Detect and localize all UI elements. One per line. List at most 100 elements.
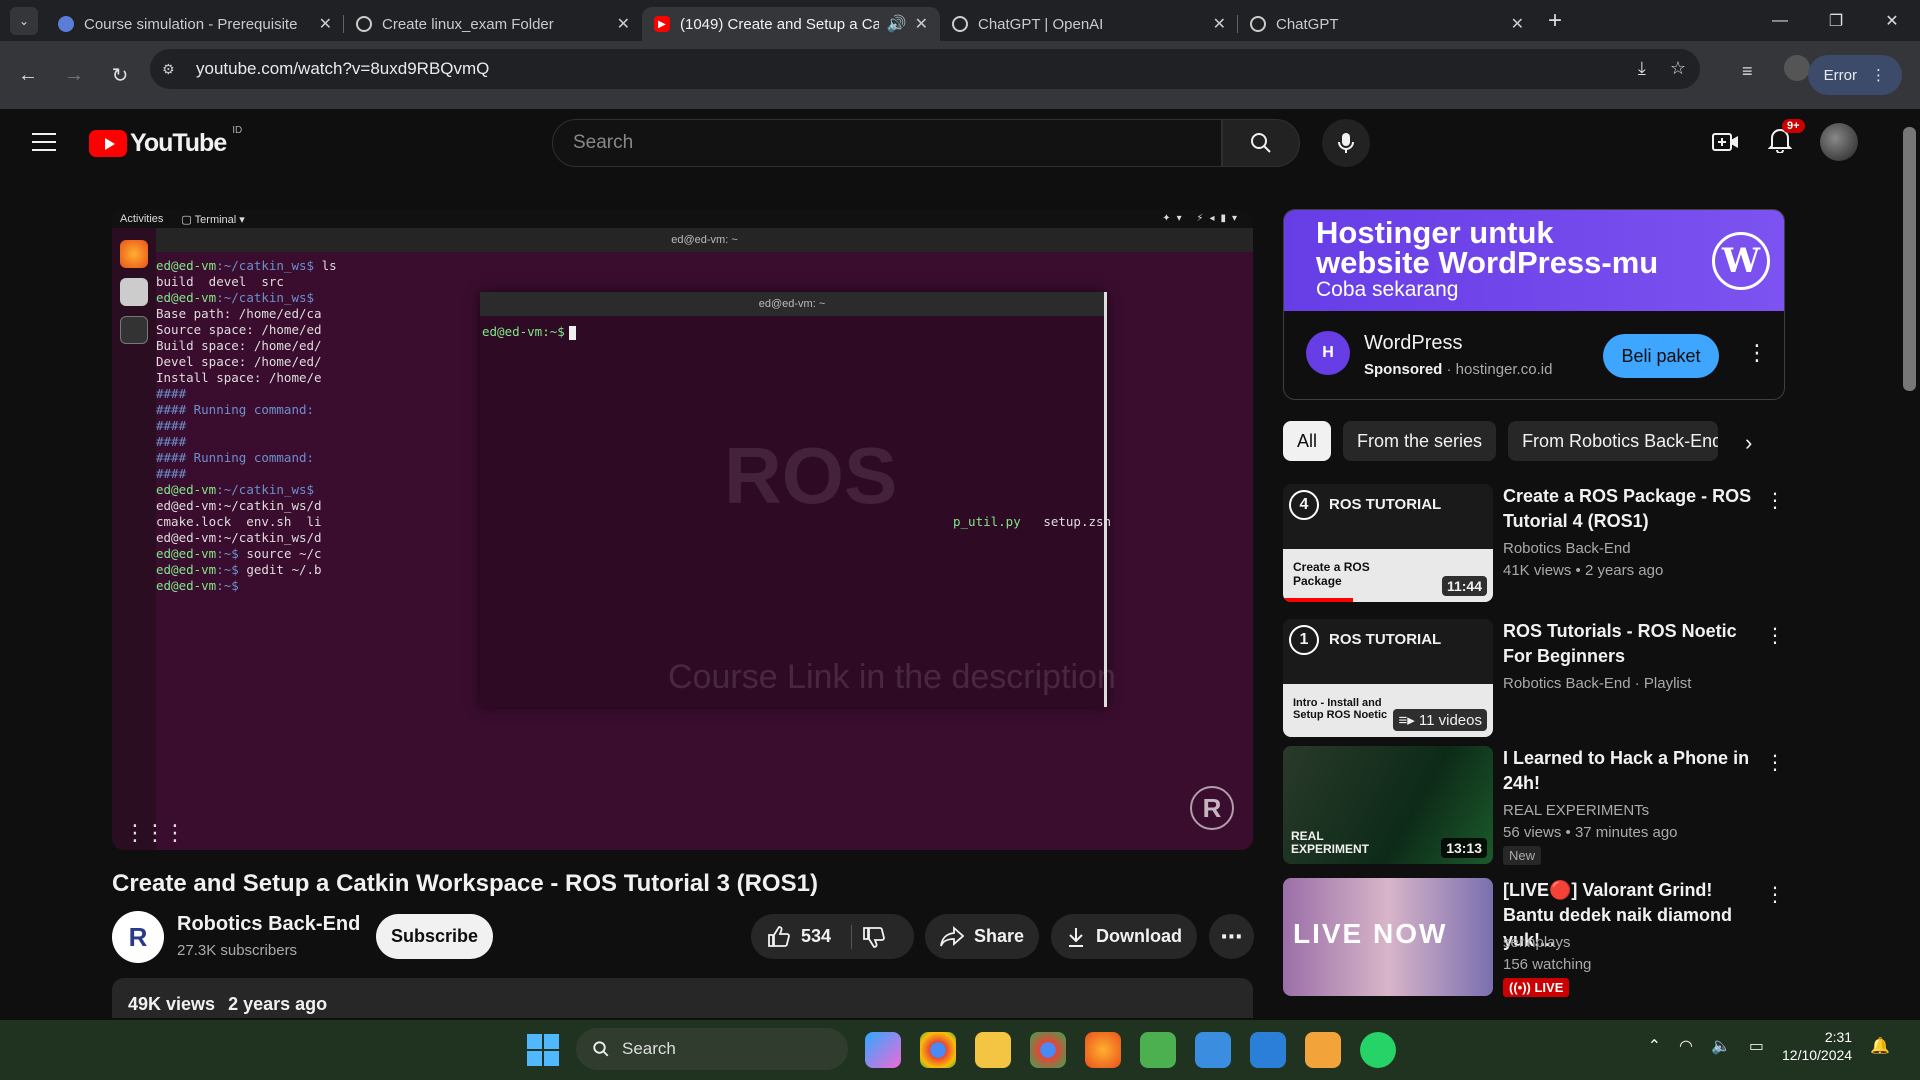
address-bar[interactable]: ⚙ youtube.com/watch?v=8uxd9RBQvmQ ⤓ ☆ <box>150 49 1700 89</box>
thumbs-up-icon <box>768 925 790 947</box>
rec-title[interactable]: I Learned to Hack a Phone in 24h! <box>1503 746 1753 796</box>
view-count: 49K views <box>128 994 216 1014</box>
copilot-icon[interactable] <box>865 1032 901 1068</box>
search-button[interactable] <box>1222 119 1300 167</box>
media-control-icon[interactable]: ≡ <box>1742 61 1753 82</box>
channel-avatar[interactable]: R <box>112 911 164 963</box>
tab-2[interactable]: ▶ (1049) Create and Setup a Catkin 🔊 ✕ <box>642 7 940 41</box>
chrome-icon[interactable] <box>920 1032 956 1068</box>
tab-search-button[interactable]: ⌄ <box>10 6 38 35</box>
chip-from-series[interactable]: From the series <box>1343 421 1497 461</box>
taskbar-search[interactable]: Search <box>576 1028 848 1070</box>
thumb-caption: LIVE NOW <box>1293 918 1448 949</box>
chevron-right-icon[interactable]: › <box>1745 430 1752 456</box>
download-button[interactable]: Download <box>1051 914 1197 959</box>
share-button[interactable]: Share <box>925 914 1039 959</box>
close-icon[interactable]: ✕ <box>915 14 928 34</box>
chevron-up-icon[interactable]: ⌃ <box>1648 1036 1661 1056</box>
site-info-icon[interactable]: ⚙ <box>162 61 192 78</box>
restore-button[interactable]: ❐ <box>1808 0 1864 41</box>
tab-3[interactable]: ChatGPT | OpenAI ✕ <box>940 7 1238 41</box>
voice-search-button[interactable] <box>1322 119 1370 167</box>
url-text[interactable]: youtube.com/watch?v=8uxd9RBQvmQ <box>196 59 489 79</box>
minimize-button[interactable]: — <box>1752 0 1808 41</box>
like-button[interactable]: 534 <box>767 925 831 949</box>
battery-icon[interactable]: ▭ <box>1749 1036 1764 1056</box>
profile-avatar[interactable] <box>1784 55 1810 81</box>
bookmark-star-icon[interactable]: ☆ <box>1670 58 1686 79</box>
chrome-profile-icon[interactable] <box>1030 1032 1066 1068</box>
more-actions-button[interactable]: ⋯ <box>1209 914 1254 959</box>
chip-from-channel[interactable]: From Robotics Back-End <box>1508 421 1719 461</box>
ad-banner[interactable]: Hostinger untuk website WordPress-mu Coba… <box>1284 210 1784 311</box>
app-icon[interactable] <box>1140 1032 1176 1068</box>
page-scrollbar[interactable] <box>1899 109 1920 1017</box>
hamburger-menu-icon[interactable] <box>32 133 56 151</box>
speaker-icon[interactable]: 🔊 <box>887 14 907 34</box>
file-explorer-icon[interactable] <box>975 1032 1011 1068</box>
rec-channel[interactable]: Robotics Back-End <box>1503 540 1631 557</box>
recommendation-0[interactable]: 4 ROS TUTORIAL Create a ROS Package 11:4… <box>1283 484 1789 602</box>
wifi-icon[interactable]: ◠ <box>1679 1036 1693 1056</box>
channel-watermark-icon[interactable]: R <box>1190 786 1234 830</box>
firefox-icon[interactable] <box>1085 1032 1121 1068</box>
app-icon[interactable] <box>1305 1032 1341 1068</box>
rec-channel[interactable]: REAL EXPERIMENTs <box>1503 802 1649 819</box>
system-clock[interactable]: 2:31 12/10/2024 <box>1782 1028 1852 1064</box>
recommendation-2[interactable]: REAL EXPERIMENT 13:13 I Learned to Hack … <box>1283 746 1789 865</box>
thumbnail[interactable]: 4 ROS TUTORIAL Create a ROS Package 11:4… <box>1283 484 1493 602</box>
rec-channel[interactable]: serinplays <box>1503 934 1571 951</box>
close-icon[interactable]: ✕ <box>1213 14 1226 34</box>
notepad-icon[interactable] <box>1195 1032 1231 1068</box>
close-icon[interactable]: ✕ <box>1511 14 1524 34</box>
sponsored-ad[interactable]: Hostinger untuk website WordPress-mu Coba… <box>1283 209 1785 400</box>
windows-start-icon[interactable] <box>527 1034 559 1066</box>
recommendation-3[interactable]: LIVE NOW [LIVE🔴] Valorant Grind! Bantu d… <box>1283 878 1789 997</box>
ad-menu-icon[interactable]: ⋮ <box>1746 340 1768 366</box>
rec-menu-icon[interactable]: ⋮ <box>1765 488 1785 513</box>
window-close-button[interactable]: ✕ <box>1864 0 1920 41</box>
tab-1[interactable]: Create linux_exam Folder ✕ <box>344 7 642 41</box>
tab-title: ChatGPT | OpenAI <box>978 15 1104 33</box>
rec-title[interactable]: ROS Tutorials - ROS Noetic For Beginners <box>1503 619 1753 669</box>
volume-icon[interactable]: 🔈 <box>1711 1036 1731 1056</box>
upload-age: 2 years ago <box>228 994 328 1014</box>
recommendation-1[interactable]: 1 ROS TUTORIAL Intro - Install and Setup… <box>1283 619 1789 737</box>
subscribe-button[interactable]: Subscribe <box>376 914 493 959</box>
rec-channel[interactable]: Robotics Back-End · Playlist <box>1503 675 1691 692</box>
reload-button[interactable]: ↻ <box>102 57 138 93</box>
thumbnail[interactable]: REAL EXPERIMENT 13:13 <box>1283 746 1493 864</box>
terminal-line: #### <box>156 434 187 449</box>
profile-error-button[interactable]: Error ⋮ <box>1807 55 1902 95</box>
youtube-logo[interactable]: YouTube ID <box>89 125 242 158</box>
back-button[interactable]: ← <box>10 57 46 93</box>
rec-menu-icon[interactable]: ⋮ <box>1765 623 1785 648</box>
forward-button[interactable]: → <box>56 57 92 93</box>
video-player[interactable]: Activities ▢ Terminal ▾ ✦▾ ⚡◂▮▾ ed@ed-vm… <box>112 210 1253 850</box>
notifications-button[interactable]: 9+ <box>1767 118 1805 158</box>
new-tab-button[interactable]: + <box>1548 7 1562 35</box>
video-duration: 11:44 <box>1441 576 1487 596</box>
activities-label: Activities <box>120 213 164 225</box>
vscode-icon[interactable] <box>1250 1032 1286 1068</box>
close-icon[interactable]: ✕ <box>617 14 630 34</box>
tab-0[interactable]: Course simulation - Prerequisite ✕ <box>46 7 344 41</box>
chip-all[interactable]: All <box>1283 421 1332 461</box>
rec-menu-icon[interactable]: ⋮ <box>1765 882 1785 907</box>
close-icon[interactable]: ✕ <box>319 14 332 34</box>
thumbnail[interactable]: LIVE NOW <box>1283 878 1493 996</box>
channel-name[interactable]: Robotics Back-End <box>177 913 360 936</box>
search-input[interactable]: Search <box>552 119 1222 167</box>
thumbnail[interactable]: 1 ROS TUTORIAL Intro - Install and Setup… <box>1283 619 1493 737</box>
rec-menu-icon[interactable]: ⋮ <box>1765 750 1785 775</box>
description-box[interactable]: 49K views 2 years ago <box>112 978 1253 1018</box>
whatsapp-icon[interactable] <box>1360 1032 1396 1068</box>
tab-4[interactable]: ChatGPT ✕ <box>1238 7 1536 41</box>
rec-title[interactable]: Create a ROS Package - ROS Tutorial 4 (R… <box>1503 484 1753 534</box>
notification-bell-icon[interactable]: 🔔 <box>1870 1036 1890 1056</box>
account-avatar[interactable] <box>1820 123 1858 161</box>
create-video-icon[interactable] <box>1712 130 1740 154</box>
ad-cta-button[interactable]: Beli paket <box>1603 334 1719 378</box>
thumbs-down-icon[interactable] <box>862 925 886 949</box>
install-app-icon[interactable]: ⤓ <box>1638 58 1646 79</box>
